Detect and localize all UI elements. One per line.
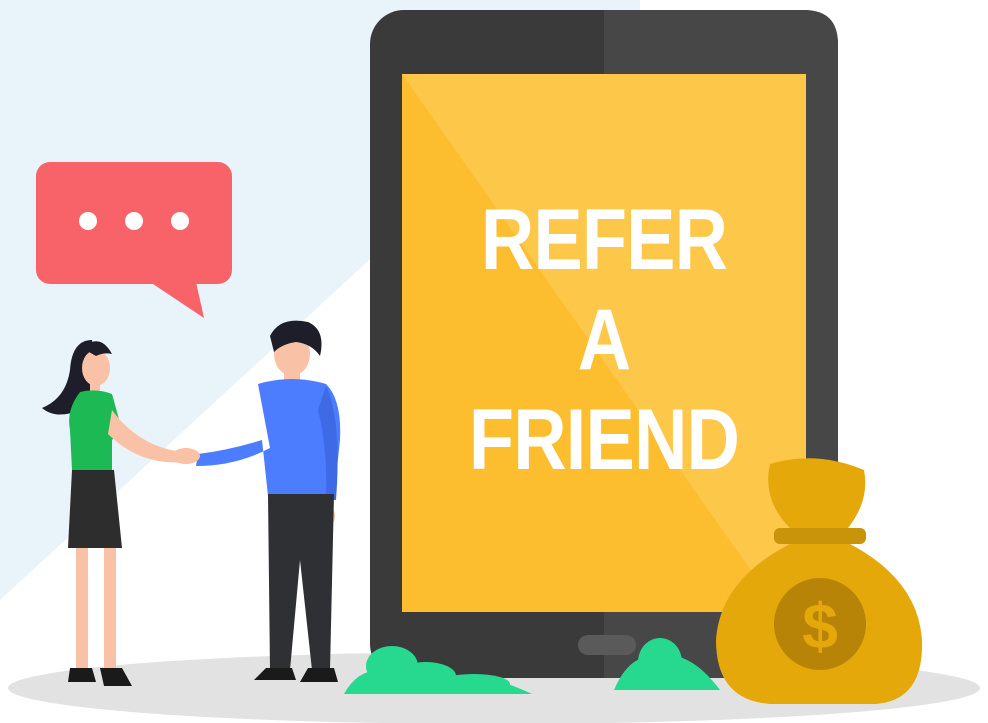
headline-line-3: FRIEND: [468, 392, 740, 488]
headline: REFER A FRIEND: [430, 190, 777, 490]
dot: [125, 212, 143, 230]
dollar-sign: $: [802, 590, 838, 662]
dot: [171, 212, 189, 230]
headline-line-2: A: [577, 292, 631, 388]
tablet-home-button: [578, 635, 636, 655]
dot: [79, 212, 97, 230]
headline-line-1: REFER: [480, 192, 728, 288]
